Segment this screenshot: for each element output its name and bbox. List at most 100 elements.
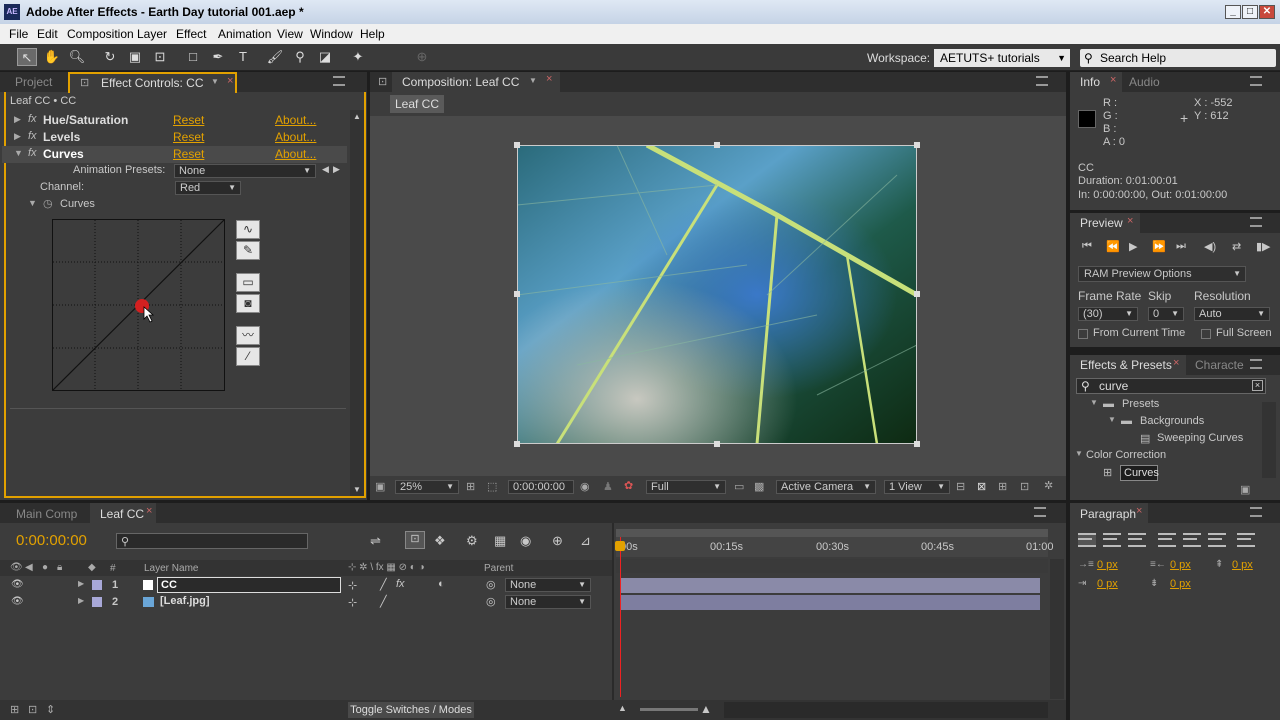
close-icon[interactable]: × bbox=[227, 75, 233, 87]
menu-animation[interactable]: Animation bbox=[218, 27, 271, 41]
quality-switch-icon[interactable]: ╱ bbox=[380, 578, 387, 591]
smooth-curve-icon[interactable]: 〰 bbox=[236, 326, 260, 345]
frame-rate-dropdown[interactable]: (30) ▼ bbox=[1078, 307, 1138, 321]
search-help-input[interactable]: ⚲ Search Help bbox=[1080, 49, 1276, 67]
clone-stamp-tool-icon[interactable]: ⚲ bbox=[290, 48, 310, 66]
vertical-scrollbar[interactable] bbox=[1262, 402, 1276, 478]
sub-tab-leaf-cc[interactable]: Leaf CC bbox=[390, 95, 444, 113]
pen-tool-icon[interactable]: ✒ bbox=[208, 48, 228, 66]
fx-icon[interactable]: fx bbox=[28, 130, 37, 142]
tree-item-backgrounds[interactable]: ▼ ▬ Backgrounds bbox=[1070, 414, 1260, 431]
transfer-controls-icon[interactable]: ⊡ bbox=[28, 703, 37, 716]
rectangle-tool-icon[interactable]: □ bbox=[183, 48, 203, 66]
tab-effect-controls[interactable]: ⊡ Effect Controls: CC ▼ × bbox=[68, 72, 237, 93]
solo-header-icon[interactable]: ● bbox=[42, 562, 48, 573]
menu-help[interactable]: Help bbox=[360, 27, 385, 41]
expand-triangle-icon[interactable]: ▶ bbox=[14, 131, 21, 142]
panel-menu-icon[interactable] bbox=[1250, 507, 1262, 517]
comp-mini-flowchart-icon[interactable]: ⇌ bbox=[370, 533, 381, 549]
quality-switch-icon[interactable]: ╱ bbox=[380, 595, 387, 608]
about-link[interactable]: About... bbox=[275, 130, 316, 144]
draft-3d-icon[interactable]: ❖ bbox=[434, 533, 446, 549]
about-link[interactable]: About... bbox=[275, 113, 316, 127]
preview-options-dropdown[interactable]: RAM Preview Options ▼ bbox=[1078, 266, 1246, 282]
toggle-pixel-aspect-icon[interactable]: ⊟ bbox=[956, 480, 965, 493]
tab-leaf-cc[interactable]: Leaf CC × bbox=[90, 503, 156, 523]
layer-switches-icon[interactable]: ⊞ bbox=[10, 703, 19, 716]
ram-preview-icon[interactable]: ▮▶ bbox=[1256, 240, 1271, 253]
first-frame-icon[interactable]: ⏮ bbox=[1082, 240, 1092, 253]
panel-menu-icon[interactable] bbox=[1034, 507, 1046, 517]
work-area-bar[interactable] bbox=[616, 529, 1048, 537]
tree-item-sweeping-curves[interactable]: ▤ Sweeping Curves bbox=[1070, 431, 1260, 448]
eye-icon[interactable]: 👁︎ bbox=[11, 579, 24, 590]
menu-edit[interactable]: Edit bbox=[37, 27, 58, 41]
close-icon[interactable]: × bbox=[146, 505, 152, 517]
collapse-triangle-icon[interactable]: ▼ bbox=[1075, 449, 1083, 458]
reset-link[interactable]: Reset bbox=[173, 147, 204, 161]
justify-right-icon[interactable] bbox=[1208, 533, 1226, 547]
reset-link[interactable]: Reset bbox=[173, 130, 204, 144]
flowchart-icon[interactable]: ⊡ bbox=[1020, 480, 1029, 493]
expand-triangle-icon[interactable]: ▶ bbox=[78, 596, 84, 605]
align-left-icon[interactable] bbox=[1078, 533, 1096, 547]
menu-file[interactable]: File bbox=[9, 27, 28, 41]
shy-switch-icon[interactable]: ⊹ bbox=[348, 596, 357, 609]
timeline-search-input[interactable]: ⚲ bbox=[116, 533, 308, 549]
pan-behind-tool-icon[interactable]: ⊡ bbox=[150, 48, 170, 66]
play-icon[interactable]: ▶ bbox=[1129, 240, 1137, 253]
new-folder-icon[interactable]: ▣ bbox=[1240, 483, 1250, 496]
align-center-icon[interactable] bbox=[1103, 533, 1121, 547]
effect-row-levels[interactable]: ▶ fx Levels Reset About... bbox=[2, 129, 347, 146]
current-time-indicator[interactable] bbox=[620, 537, 621, 697]
parent-dropdown[interactable]: None ▼ bbox=[505, 595, 591, 609]
pickwhip-icon[interactable]: ◎ bbox=[486, 578, 496, 591]
pickwhip-icon[interactable]: ◎ bbox=[486, 595, 496, 608]
transform-handle[interactable] bbox=[514, 142, 520, 148]
tab-character[interactable]: Characte bbox=[1195, 358, 1244, 372]
parent-dropdown[interactable]: None ▼ bbox=[505, 578, 591, 592]
visibility-header-icon[interactable]: 👁︎ bbox=[10, 562, 23, 573]
tree-item-presets[interactable]: ▼ ▬ Presets bbox=[1070, 397, 1260, 414]
minimize-button[interactable]: _ bbox=[1225, 5, 1241, 19]
chevron-down-icon[interactable]: ▼ bbox=[211, 77, 219, 86]
layer-row[interactable]: 👁︎ ▶ 1 CC ⊹ ╱ fx ◐ ◎ None ▼ bbox=[0, 577, 612, 594]
horizontal-scrollbar[interactable] bbox=[724, 702, 1048, 718]
audio-icon[interactable]: ◀) bbox=[1204, 240, 1216, 253]
from-current-time-checkbox[interactable] bbox=[1078, 329, 1088, 339]
fast-previews-icon[interactable]: ⊠ bbox=[977, 480, 986, 493]
tab-preview[interactable]: Preview × bbox=[1070, 213, 1140, 233]
preview-resolution-dropdown[interactable]: Auto ▼ bbox=[1194, 307, 1270, 321]
tab-paragraph[interactable]: Paragraph × bbox=[1070, 503, 1148, 523]
tab-main-comp[interactable]: Main Comp bbox=[16, 507, 77, 521]
vertical-scrollbar[interactable] bbox=[1050, 559, 1064, 699]
reset-exposure-icon[interactable]: ✲ bbox=[1044, 479, 1053, 492]
layer-name[interactable]: [Leaf.jpg] bbox=[160, 595, 210, 607]
close-icon[interactable]: × bbox=[1136, 505, 1142, 517]
loop-icon[interactable]: ⇄ bbox=[1232, 240, 1241, 253]
pencil-tool-icon[interactable]: ✎ bbox=[236, 241, 260, 260]
tab-info[interactable]: Info × bbox=[1070, 72, 1122, 92]
brainstorm-icon[interactable]: ⊕ bbox=[552, 533, 563, 549]
clear-search-icon[interactable]: × bbox=[1252, 380, 1263, 391]
open-curve-icon[interactable]: ▭ bbox=[236, 273, 260, 292]
always-preview-icon[interactable]: ▣ bbox=[375, 480, 385, 493]
hand-tool-icon[interactable]: ✋ bbox=[42, 48, 62, 66]
label-color-swatch[interactable] bbox=[92, 580, 102, 590]
align-right-icon[interactable] bbox=[1128, 533, 1146, 547]
camera-tool-icon[interactable]: ▣ bbox=[125, 48, 145, 66]
indent-left-value[interactable]: 0 px bbox=[1097, 559, 1118, 571]
previous-preset-icon[interactable]: ◀ bbox=[322, 164, 329, 175]
layer-name-header[interactable]: Layer Name bbox=[144, 563, 198, 574]
close-icon[interactable]: × bbox=[1110, 74, 1116, 86]
transform-handle[interactable] bbox=[714, 441, 720, 447]
space-before-value[interactable]: 0 px bbox=[1232, 559, 1253, 571]
last-frame-icon[interactable]: ⏭ bbox=[1176, 240, 1186, 253]
shy-switch-icon[interactable]: ⊹ bbox=[348, 579, 357, 592]
camera-dropdown[interactable]: Active Camera ▼ bbox=[776, 480, 876, 494]
playhead-handle[interactable] bbox=[615, 541, 625, 551]
lock-icon[interactable]: ⊡ bbox=[80, 76, 89, 89]
menu-layer[interactable]: Layer bbox=[137, 27, 167, 41]
panel-menu-icon[interactable] bbox=[1250, 76, 1262, 86]
justify-left-icon[interactable] bbox=[1158, 533, 1176, 547]
